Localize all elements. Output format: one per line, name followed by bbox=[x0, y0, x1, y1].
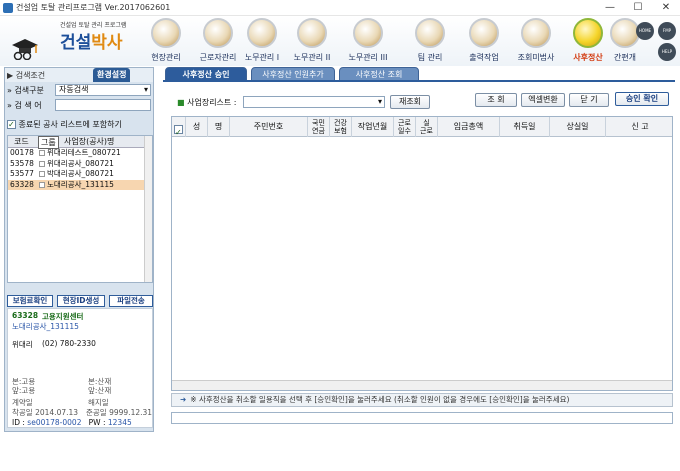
settlement-grid: 성 명 주민번호 국민 연금 건강 보험 작업년월 근로 일수 실 근로 임금총… bbox=[171, 116, 673, 391]
window-title: 건설업 토탈 관리프로그램 Ver.2017062601 bbox=[16, 3, 171, 12]
instruction-notice: ➜ ※ 사후정산을 취소할 일용직을 선택 후 [승인확인]을 눌러주세요 (취소… bbox=[171, 393, 673, 407]
contact-phone: (02) 780-2330 bbox=[42, 339, 96, 348]
help-button[interactable]: HELP bbox=[658, 43, 676, 61]
bullet-icon: ■ bbox=[177, 98, 185, 107]
chevron-down-icon: ▾ bbox=[377, 97, 382, 106]
select-all-checkbox[interactable] bbox=[172, 117, 186, 143]
site-list-scrollbar[interactable] bbox=[144, 136, 152, 282]
tab-environment-settings[interactable]: 환경설정 bbox=[93, 68, 131, 82]
labor-3-icon bbox=[353, 18, 383, 48]
print-icon bbox=[469, 18, 499, 48]
app-header: 건설업 토탈 관리 프로그램 건설박사 현장관리 근로자관리 노무관리 I 노무… bbox=[0, 16, 680, 66]
site-list-row[interactable]: 53577 박대리공사_080721 bbox=[8, 169, 152, 180]
login-credentials: ID : se00178-0002 PW : 12345 bbox=[12, 418, 132, 427]
brand-name: 건설박사 bbox=[60, 33, 123, 53]
site-list-row-selected[interactable]: 63328 노대리공사_131115 bbox=[8, 179, 152, 190]
branch-accident: 앞:산재 bbox=[88, 386, 112, 395]
site-name: 노대리공사_131115 bbox=[12, 322, 79, 331]
labor-2-icon bbox=[297, 18, 327, 48]
excel-export-button[interactable]: 엑셀변환 bbox=[521, 93, 565, 107]
query-wizard-icon bbox=[521, 18, 551, 48]
status-input-bar[interactable] bbox=[171, 412, 673, 424]
minimize-button[interactable]: — bbox=[596, 0, 624, 16]
column-work-month[interactable]: 작업년월 bbox=[352, 117, 394, 137]
labor-1-icon bbox=[247, 18, 277, 48]
approve-confirm-button[interactable]: 승인 확인 bbox=[615, 92, 669, 106]
main-content: 사후정산 승인 사후정산 인원추가 사후정산 조회 ■ 사업장리스트 : ▾ 재… bbox=[163, 67, 675, 432]
app-icon bbox=[3, 3, 13, 13]
menu-labor-2[interactable]: 노무관리 II bbox=[286, 18, 338, 64]
search-type-select[interactable]: 자동검색 ▾ bbox=[55, 84, 151, 96]
start-date: 착공일 2014.07.13 bbox=[12, 408, 79, 417]
fmp-button[interactable]: FMP bbox=[658, 22, 676, 40]
column-report[interactable]: 신 고 bbox=[606, 117, 674, 137]
menu-team-management[interactable]: 팀 관리 bbox=[404, 18, 456, 64]
column-code[interactable]: 코드 bbox=[14, 136, 29, 147]
search-panel: ▶ 검색조건 환경설정 » 검색구분 자동검색▾ » 검 색 어 종료된 공사 … bbox=[4, 67, 154, 432]
site-list-label: ■ 사업장리스트 : bbox=[177, 98, 237, 107]
column-resident-number[interactable]: 주민번호 bbox=[230, 117, 308, 137]
include-finished-checkbox[interactable] bbox=[7, 118, 16, 131]
completion-date: 준공일 9999.12.31 bbox=[86, 408, 153, 417]
worker-management-icon bbox=[203, 18, 233, 48]
arrow-right-icon: ➜ bbox=[180, 395, 187, 404]
column-acquired-date[interactable]: 취득일 bbox=[500, 117, 550, 137]
site-list: 코드 그룹 사업장(공사)명 00178 위대리테스트_080721 53578 위… bbox=[7, 135, 153, 283]
menu-print-work[interactable]: 출력작업 bbox=[458, 18, 510, 64]
site-list-row[interactable]: 53578 위대리공사_080721 bbox=[8, 159, 152, 170]
query-button[interactable]: 조 회 bbox=[475, 93, 517, 107]
team-management-icon bbox=[415, 18, 445, 48]
column-actual-work[interactable]: 실 근로 bbox=[416, 117, 438, 137]
site-info-card: 63328 고용지원센터 노대리공사_131115 위대리 (02) 780-2… bbox=[7, 308, 153, 428]
graduation-cap-logo-icon bbox=[12, 39, 38, 60]
tab-underline bbox=[163, 80, 675, 82]
grid-horizontal-scrollbar[interactable] bbox=[172, 380, 672, 390]
search-type-label: » 검색구분 bbox=[7, 86, 44, 95]
include-finished-row[interactable]: 종료된 공사 리스트에 포함하기 bbox=[7, 118, 122, 131]
requery-button[interactable]: 재조회 bbox=[390, 95, 430, 109]
column-total-wage[interactable]: 임금총액 bbox=[438, 117, 500, 137]
title-bar: 건설업 토탈 관리프로그램 Ver.2017062601 — ☐ ✕ bbox=[0, 0, 680, 16]
tab-search-conditions[interactable]: ▶ 검색조건 bbox=[7, 70, 45, 81]
home-button[interactable]: HOME bbox=[636, 22, 654, 40]
site-action-buttons: 보험료확인 현장ID생성 파일전송 bbox=[7, 295, 153, 307]
tab-post-settlement-approval[interactable]: 사후정산 승인 bbox=[165, 67, 247, 81]
grid-header: 성 명 주민번호 국민 연금 건강 보험 작업년월 근로 일수 실 근로 임금총… bbox=[172, 117, 674, 143]
search-panel-tabs: ▶ 검색조건 환경설정 bbox=[5, 68, 153, 82]
maximize-button[interactable]: ☐ bbox=[624, 0, 652, 16]
column-health-insurance[interactable]: 건강 보험 bbox=[330, 117, 352, 137]
checkmark-icon bbox=[573, 18, 603, 48]
search-word-label: » 검 색 어 bbox=[7, 101, 42, 110]
column-lost-date[interactable]: 상실일 bbox=[550, 117, 606, 137]
column-site-name[interactable]: 사업장(공사)명 bbox=[64, 136, 114, 147]
insurance-check-button[interactable]: 보험료확인 bbox=[7, 295, 53, 307]
column-work-days[interactable]: 근로 일수 bbox=[394, 117, 416, 137]
menu-post-settlement[interactable]: 사후정산 bbox=[562, 18, 614, 64]
close-button[interactable]: ✕ bbox=[652, 0, 680, 16]
site-list-row[interactable]: 00178 위대리테스트_080721 bbox=[8, 148, 152, 159]
search-word-input[interactable] bbox=[55, 99, 151, 111]
close-dialog-button[interactable]: 닫 기 bbox=[569, 93, 609, 107]
tab-post-settlement-query[interactable]: 사후정산 조회 bbox=[339, 67, 419, 81]
site-code: 63328 bbox=[12, 311, 39, 320]
menu-site-management[interactable]: 현장관리 bbox=[140, 18, 192, 64]
file-send-button[interactable]: 파일전송 bbox=[109, 295, 153, 307]
chevron-down-icon: ▾ bbox=[143, 85, 148, 94]
site-list-select[interactable]: ▾ bbox=[243, 96, 385, 108]
branch-employment: 앞:고용 bbox=[12, 386, 36, 395]
menu-query-wizard[interactable]: 조회미법사 bbox=[510, 18, 562, 64]
menu-labor-1[interactable]: 노무관리 I bbox=[236, 18, 288, 64]
contact-name: 위대리 bbox=[12, 340, 33, 349]
site-list-header: 코드 그룹 사업장(공사)명 bbox=[8, 136, 152, 149]
column-national-pension[interactable]: 국민 연금 bbox=[308, 117, 330, 137]
tab-post-settlement-add-staff[interactable]: 사후정산 인원추가 bbox=[251, 67, 335, 81]
menu-labor-3[interactable]: 노무관리 III bbox=[342, 18, 394, 64]
site-management-icon bbox=[151, 18, 181, 48]
column-last-name[interactable]: 성 bbox=[186, 117, 208, 137]
column-first-name[interactable]: 명 bbox=[208, 117, 230, 137]
site-id-create-button[interactable]: 현장ID생성 bbox=[57, 295, 105, 307]
